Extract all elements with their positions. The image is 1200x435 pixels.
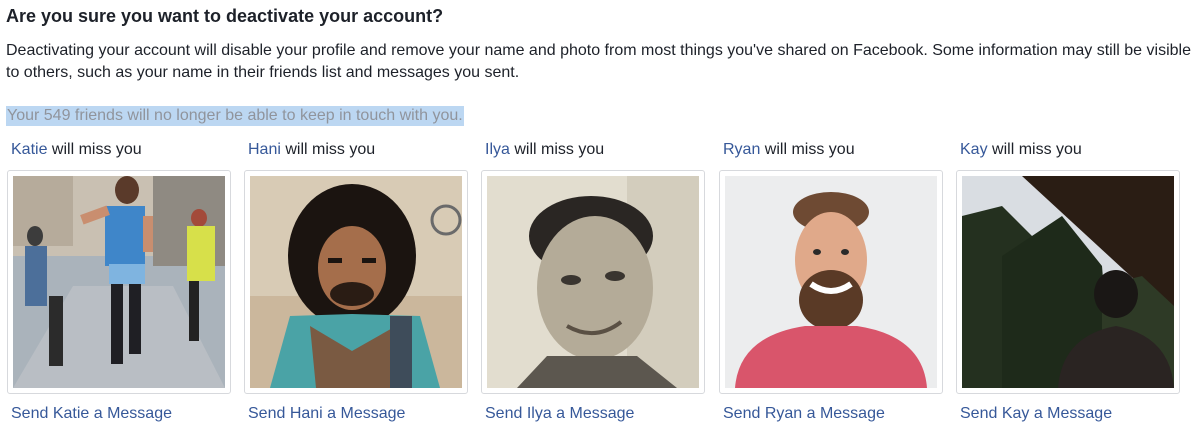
portrait-photo [487, 176, 699, 388]
will-miss-label: Katie will miss you [11, 141, 142, 158]
friend-name-link[interactable]: Ilya [485, 141, 510, 158]
curly-hair-photo [250, 176, 462, 388]
friends-count-note: Your 549 friends will no longer be able … [6, 106, 464, 126]
friend-photo-frame[interactable] [481, 170, 705, 394]
send-message-link[interactable]: Send Ryan a Message [723, 405, 885, 423]
friend-card-hani: Hani will miss you Send Hani a Message [244, 140, 468, 422]
friend-photo-frame[interactable] [7, 170, 231, 394]
send-message-link[interactable]: Send Hani a Message [248, 405, 405, 423]
page-title: Are you sure you want to deactivate your… [6, 6, 444, 26]
send-message-link[interactable]: Send Katie a Message [11, 405, 172, 423]
will-miss-label: Hani will miss you [248, 141, 376, 158]
friend-photo[interactable] [13, 176, 225, 388]
smiling-man-photo [725, 176, 937, 388]
send-message-link[interactable]: Send Ilya a Message [485, 405, 634, 423]
friend-card-ryan: Ryan will miss you Send Ryan a Message [719, 140, 943, 422]
friend-photo[interactable] [487, 176, 699, 388]
will-miss-label: Kay will miss you [960, 141, 1082, 158]
friend-photo[interactable] [250, 176, 462, 388]
will-miss-label: Ryan will miss you [723, 141, 855, 158]
friend-card-kay: Kay will miss you Send Kay a Message [956, 140, 1180, 422]
friend-card-katie: Katie will miss you Send Katie a Message [7, 140, 231, 422]
friend-name-link[interactable]: Ryan [723, 141, 760, 158]
friend-name-link[interactable]: Hani [248, 141, 281, 158]
friend-photo-frame[interactable] [956, 170, 1180, 394]
silhouette-photo [962, 176, 1174, 388]
deactivate-description: Deactivating your account will disable y… [6, 42, 1191, 81]
will-miss-label: Ilya will miss you [485, 141, 605, 158]
runner-photo [13, 176, 225, 388]
friend-card-ilya: Ilya will miss you Send Ilya a Message [481, 140, 705, 422]
friend-photo[interactable] [962, 176, 1174, 388]
friend-photo[interactable] [725, 176, 937, 388]
friend-name-link[interactable]: Kay [960, 141, 988, 158]
friend-photo-frame[interactable] [244, 170, 468, 394]
friend-photo-frame[interactable] [719, 170, 943, 394]
send-message-link[interactable]: Send Kay a Message [960, 405, 1112, 423]
friend-name-link[interactable]: Katie [11, 141, 47, 158]
